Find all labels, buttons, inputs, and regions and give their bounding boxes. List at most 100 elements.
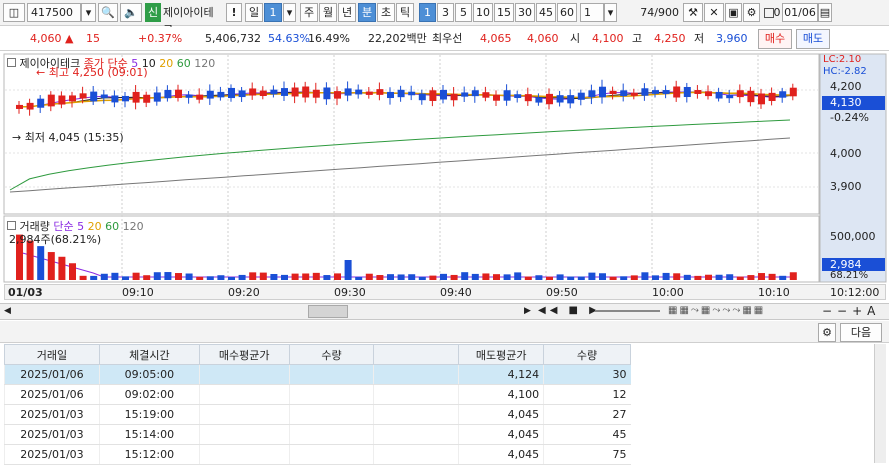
sell-button[interactable]: 매도	[796, 29, 830, 49]
chevron-down-icon[interactable]: ▾	[283, 3, 296, 22]
volume-bar	[270, 273, 278, 280]
cell-blank	[373, 404, 459, 425]
window-icon[interactable]: ◫	[3, 3, 25, 22]
table-row[interactable]: 2025/01/03 15:19:00 4,045 27	[4, 404, 631, 425]
legend-ma120: 120	[194, 57, 216, 70]
period-tick-button[interactable]: 틱	[396, 3, 414, 22]
playback-controls[interactable]: ◀◀ ■ ▶	[538, 305, 601, 316]
crossline-icon[interactable]: ✕	[704, 3, 724, 22]
candle	[90, 91, 98, 102]
cell-time: 15:14:00	[98, 424, 200, 445]
interval-10-button[interactable]: 10	[473, 3, 493, 22]
candle	[302, 86, 310, 98]
cell-buy-qty	[288, 444, 374, 465]
volume-bar	[662, 272, 670, 280]
table-row[interactable]: 2025/01/06 09:05:00 4,124 30	[4, 364, 631, 385]
volume-bar	[779, 275, 787, 280]
volume-pct-tag: 68.21%	[830, 270, 869, 281]
chart-scrollbar[interactable]: ◀ ▶ ◀◀ ■ ▶ ▦▦⤳▦⤳⤳⤳▦▦ −−+A	[0, 303, 889, 320]
col-sell-avg[interactable]: 매도평균가	[458, 344, 545, 365]
candle	[503, 90, 511, 101]
chart-canvas[interactable]	[0, 52, 889, 302]
candle	[387, 91, 394, 99]
chevron-down-icon[interactable]: ▾	[81, 3, 96, 22]
candle	[789, 87, 797, 97]
alert-button[interactable]: !	[226, 3, 242, 22]
interval-30-button[interactable]: 30	[515, 3, 535, 22]
hc-label: HC:-2.82	[823, 66, 867, 77]
period-daily-button[interactable]: 일	[245, 3, 263, 22]
save-icon[interactable]: ▣	[725, 3, 742, 22]
interval-select[interactable]: 1	[580, 3, 604, 22]
interval-60-button[interactable]: 60	[557, 3, 577, 22]
buy-button[interactable]: 매수	[758, 29, 792, 49]
count-display[interactable]: 74/900	[620, 3, 680, 22]
table-row[interactable]: 2025/01/03 15:12:00 4,045 75	[4, 444, 631, 465]
period-second-button[interactable]: 초	[377, 3, 395, 22]
candle	[715, 91, 723, 99]
candle	[673, 86, 681, 98]
period-number[interactable]: 1	[264, 3, 282, 22]
volume-bar	[641, 272, 649, 280]
time-tick: 09:10	[122, 286, 154, 299]
scroll-right-icon[interactable]: ▶	[524, 306, 531, 316]
col-buy-qty[interactable]: 수량	[288, 344, 375, 365]
stock-code-input[interactable]: 417500	[27, 3, 81, 22]
col-buy-avg[interactable]: 매수평균가	[198, 344, 290, 365]
table-row[interactable]: 2025/01/03 15:14:00 4,045 45	[4, 424, 631, 445]
col-sell-qty[interactable]: 수량	[543, 344, 631, 365]
period-weekly-button[interactable]: 주	[300, 3, 318, 22]
table-row[interactable]: 2025/01/06 09:02:00 4,100 12	[4, 384, 631, 405]
cell-sell-avg: 4,124	[458, 364, 544, 385]
scroll-left-icon[interactable]: ◀	[4, 306, 11, 316]
interval-15-button[interactable]: 15	[494, 3, 514, 22]
date-checkbox[interactable]: 0	[762, 3, 782, 22]
chart-type-icons[interactable]: ▦▦⤳▦⤳⤳⤳▦▦	[668, 305, 765, 316]
period-minute-button[interactable]: 분	[358, 3, 376, 22]
col-exec-time[interactable]: 체결시간	[98, 344, 200, 365]
candle	[577, 92, 585, 100]
date-field[interactable]: 01/06	[782, 3, 818, 22]
zoom-controls[interactable]: −−+A	[822, 304, 880, 318]
volume-bar	[344, 260, 352, 280]
table-scrollbar[interactable]	[874, 344, 886, 463]
interval-5-button[interactable]: 5	[455, 3, 472, 22]
high-marker: ← 최고 4,250 (09:01)	[36, 66, 148, 79]
stock-chart[interactable]: 제이아이테크 종가 단순 5 10 20 60 120 ← 최고 4,250 (…	[0, 52, 889, 302]
candle	[334, 91, 341, 99]
scroll-thumb[interactable]	[308, 305, 348, 318]
speaker-icon[interactable]: 🔈	[120, 3, 142, 22]
volume-bar	[440, 273, 447, 280]
col-trade-date[interactable]: 거래일	[4, 344, 100, 365]
chart-toolbar: ◫ 417500 ▾ 🔍 🔈 신 제이아이테크 ! 일 1 ▾ 주 월 년 분 …	[0, 0, 889, 36]
interval-1-button[interactable]: 1	[419, 3, 436, 22]
candle	[58, 95, 66, 105]
col-blank[interactable]	[373, 344, 460, 365]
cell-blank	[373, 444, 459, 465]
gear-icon[interactable]: ⚙	[743, 3, 760, 22]
high-label: 고	[632, 32, 643, 45]
volume-bar	[599, 273, 606, 280]
time-tick: 09:20	[228, 286, 260, 299]
candle	[588, 90, 596, 98]
period-monthly-button[interactable]: 월	[319, 3, 337, 22]
best-bid: 4,060	[527, 32, 559, 45]
next-button[interactable]: 다음	[840, 323, 882, 342]
current-price: 4,060 ▲	[30, 32, 74, 45]
cell-sell-avg: 4,045	[458, 404, 544, 425]
interval-3-button[interactable]: 3	[437, 3, 454, 22]
interval-45-button[interactable]: 45	[536, 3, 556, 22]
candle	[418, 93, 426, 101]
legend-box-icon	[7, 58, 16, 67]
chart-tools-icon[interactable]: ⚒	[683, 3, 703, 22]
calendar-icon[interactable]: ▤	[818, 3, 832, 22]
search-icon[interactable]: 🔍	[98, 3, 118, 22]
open-price: 4,100	[592, 32, 624, 45]
chevron-down-icon[interactable]: ▾	[604, 3, 617, 22]
volume-bar	[514, 272, 522, 280]
candle	[376, 89, 384, 95]
period-yearly-button[interactable]: 년	[338, 3, 356, 22]
zoom-slider[interactable]	[595, 310, 660, 312]
volume-bar	[694, 275, 702, 280]
gear-icon[interactable]: ⚙	[818, 323, 836, 342]
